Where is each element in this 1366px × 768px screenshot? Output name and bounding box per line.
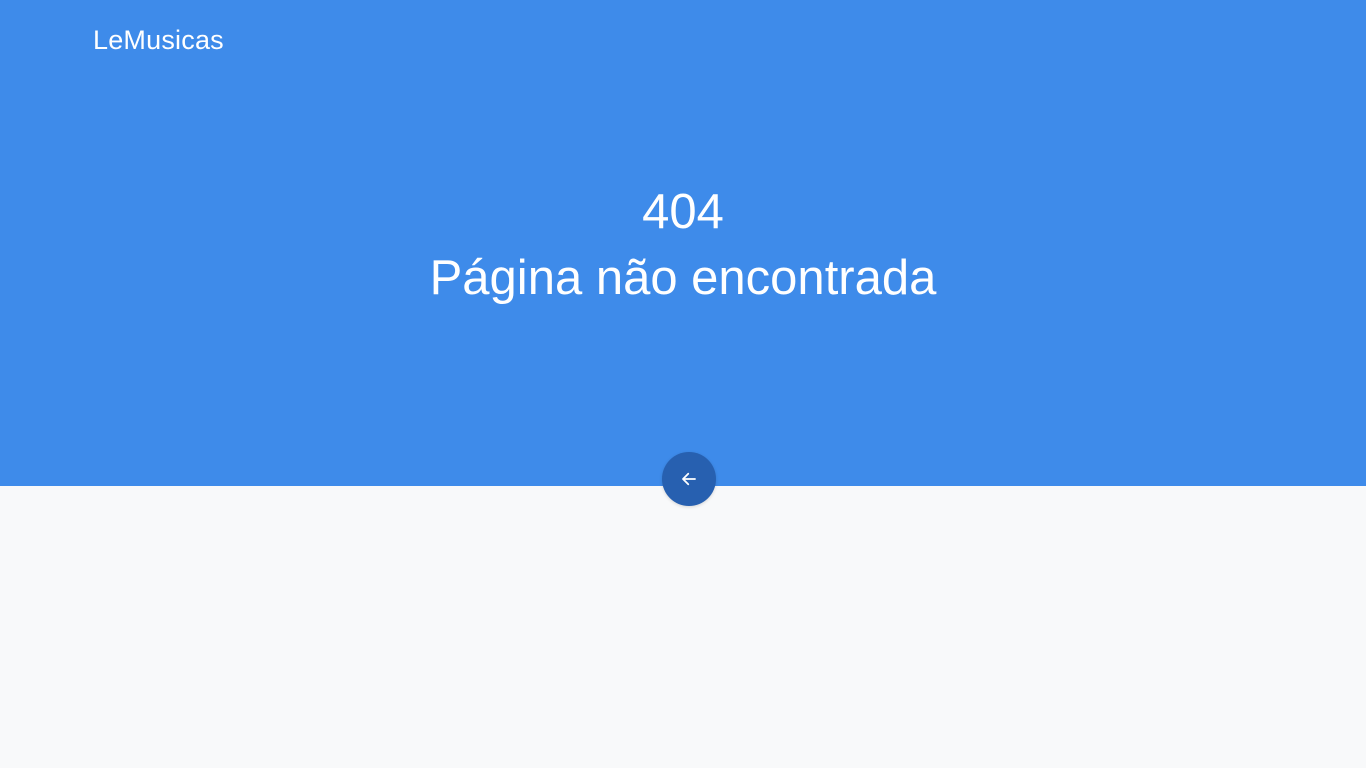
hero-banner: LeMusicas 404 Página não encontrada: [0, 0, 1366, 486]
back-button[interactable]: [662, 452, 716, 506]
page-body: [0, 486, 1366, 768]
brand-logo-link[interactable]: LeMusicas: [93, 22, 224, 58]
error-message-block: 404 Página não encontrada: [0, 182, 1366, 314]
error-code: 404: [642, 185, 724, 239]
error-message: Página não encontrada: [429, 251, 937, 305]
arrow-left-icon: [680, 470, 698, 488]
